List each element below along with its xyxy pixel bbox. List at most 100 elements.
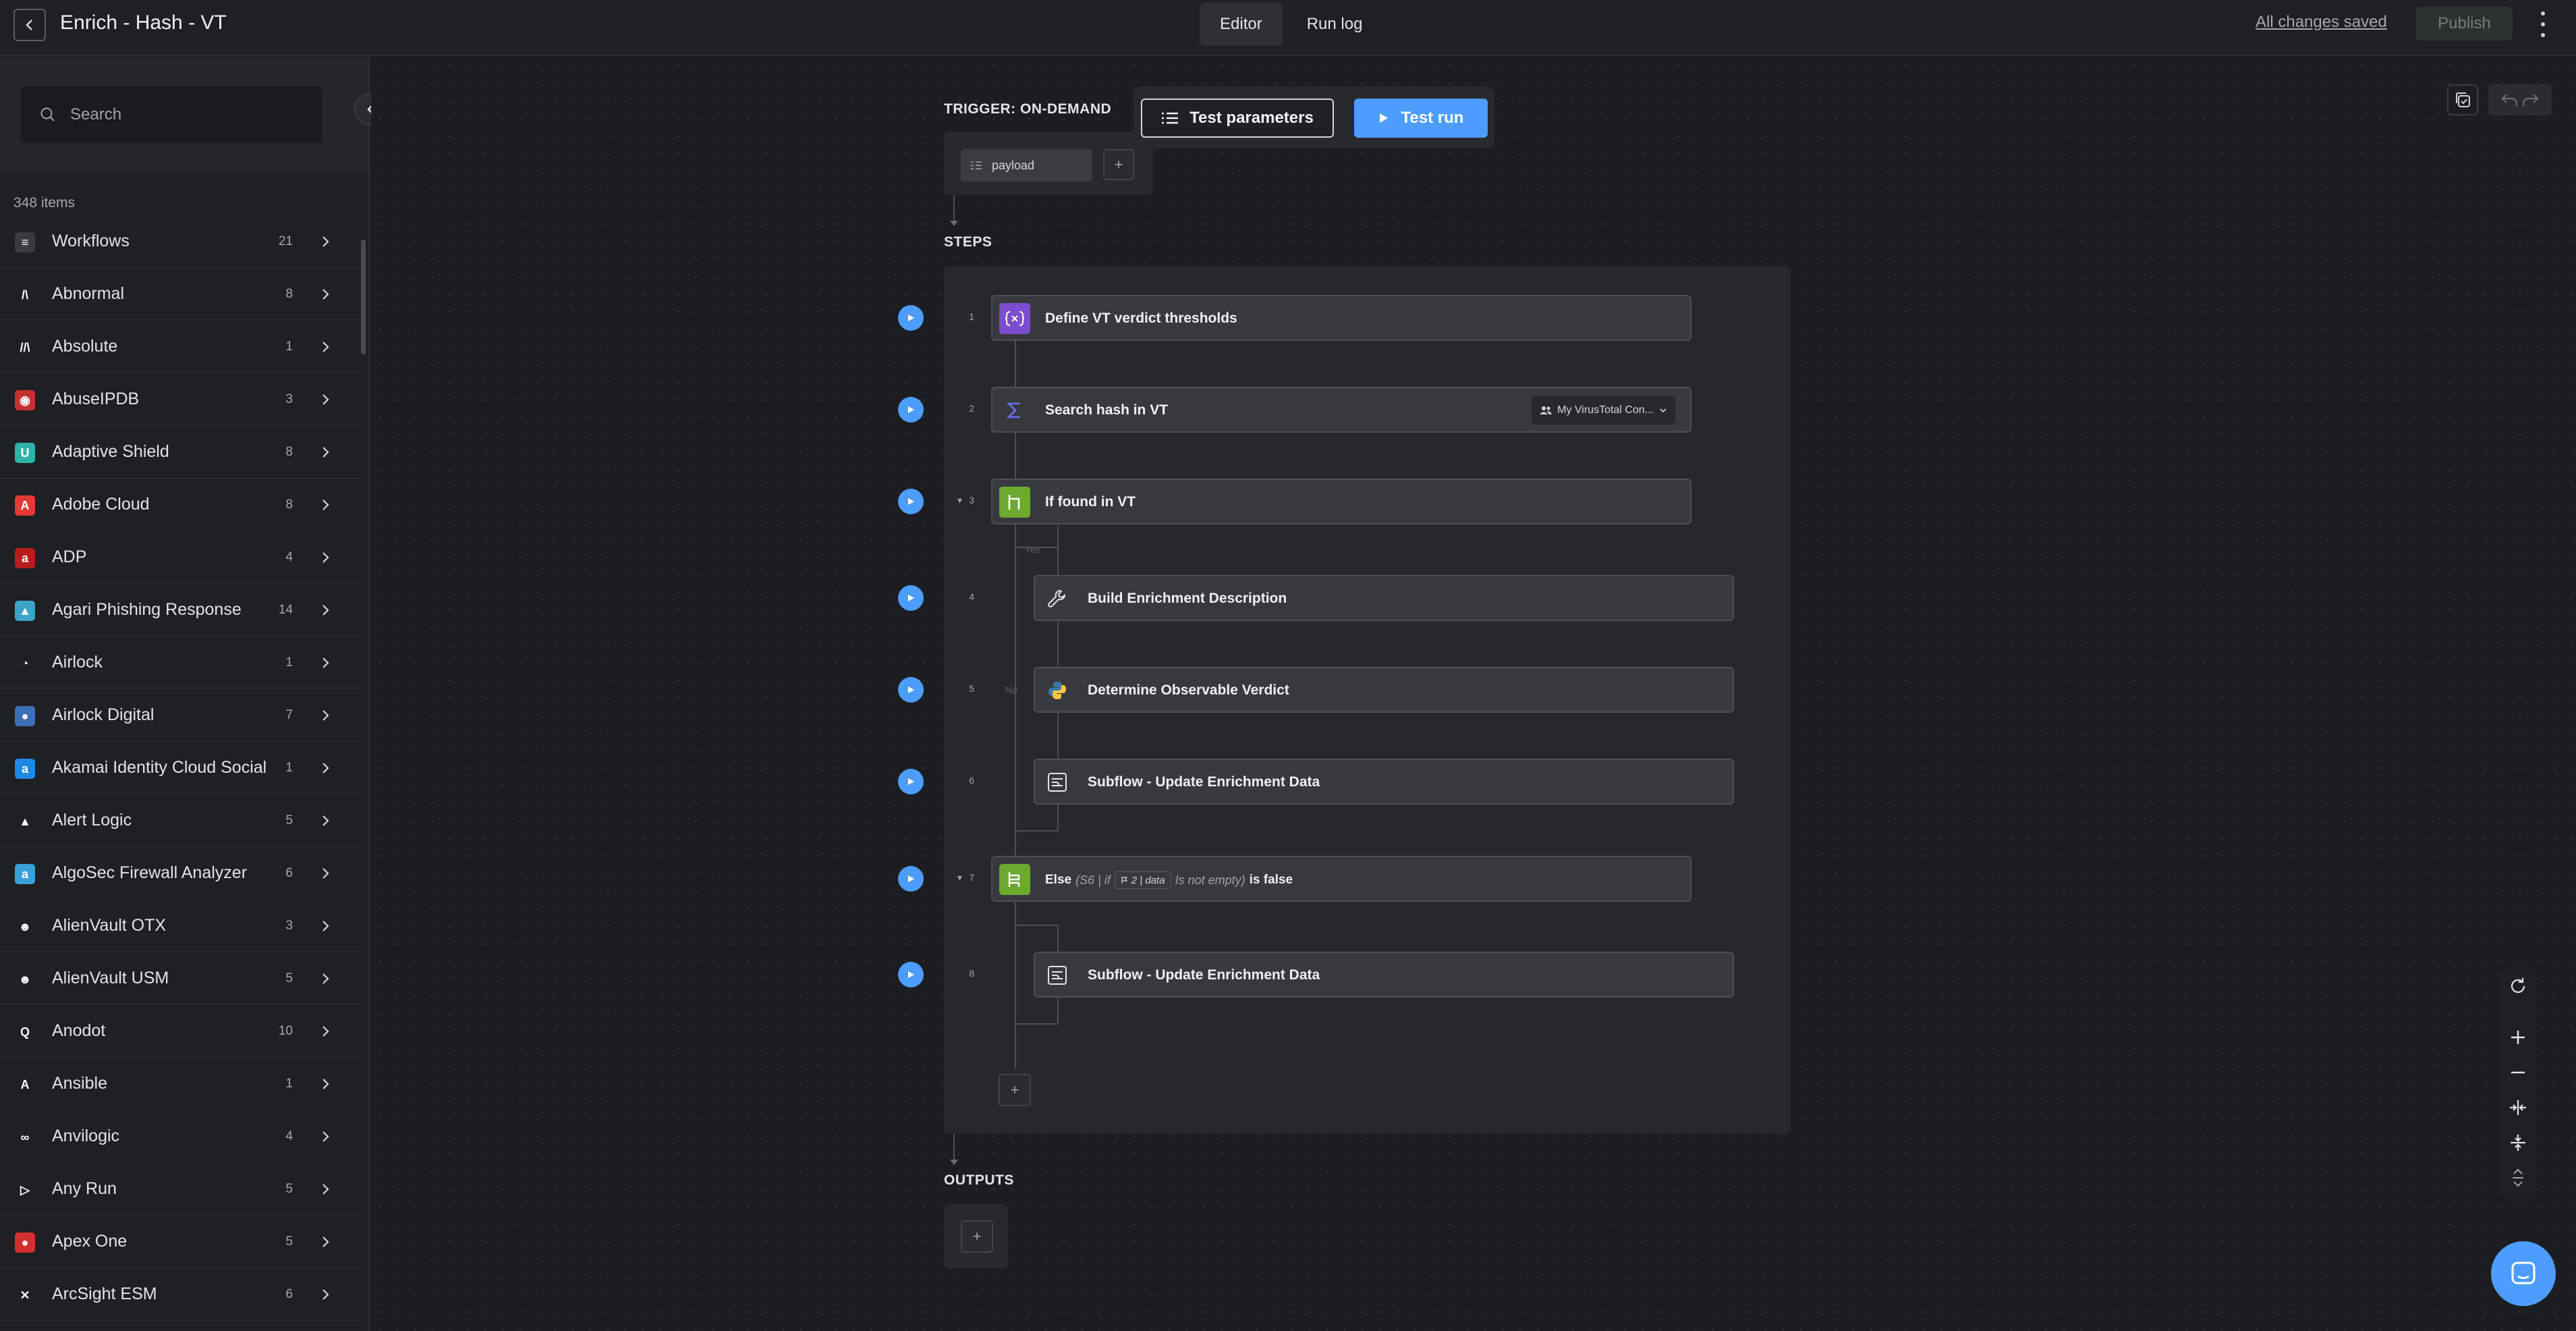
sidebar-item[interactable]: ● Airlock Digital 7 [0, 689, 360, 742]
search-input[interactable] [70, 105, 313, 124]
chevron-right-icon [319, 287, 331, 305]
chat-icon [2511, 1261, 2536, 1284]
run-step-button[interactable] [898, 489, 924, 514]
outputs-label: OUTPUTS [944, 1172, 1014, 1188]
chevron-right-icon [319, 1024, 331, 1042]
redo-icon[interactable] [2520, 91, 2540, 109]
run-step-button[interactable] [898, 305, 924, 331]
chevrons-vertical-icon [2513, 1168, 2523, 1187]
sidebar-item[interactable]: a Akamai Identity Cloud Social 1 [0, 742, 360, 794]
tab-run-log[interactable]: Run log [1287, 3, 1383, 46]
else-branch-out [1057, 998, 1059, 1025]
fit-width-button[interactable] [2502, 1092, 2533, 1123]
chevron-right-icon [319, 339, 331, 358]
sidebar-item[interactable]: ◔ Airlock 1 [0, 636, 360, 689]
yes-branch-connector [1057, 525, 1059, 579]
sidebar-item-label: AlienVault USM [52, 969, 169, 987]
abuseipdb-logo: ◉ [15, 390, 35, 410]
step-card[interactable]: If found in VT [991, 479, 1691, 524]
sidebar-item-count: 6 [285, 1287, 293, 1301]
reset-view-button[interactable] [2502, 971, 2533, 1002]
step-number: 5 [969, 683, 974, 694]
payload-parameter[interactable]: payload [961, 149, 1092, 182]
arcsight-logo: ✕ [15, 1285, 35, 1305]
run-step-button[interactable] [898, 866, 924, 892]
test-run-label: Test run [1401, 109, 1464, 127]
copy-check-icon [2456, 92, 2470, 107]
sidebar-item[interactable]: /\ Abnormal 8 [0, 268, 360, 321]
alienvault-usm-logo: ☻ [15, 969, 35, 989]
subflow-icon [1042, 767, 1073, 798]
more-options-icon[interactable] [2535, 8, 2551, 40]
sidebar-item[interactable]: //\ Absolute 1 [0, 321, 360, 373]
back-button[interactable] [13, 9, 46, 41]
sidebar-item[interactable]: ✕ ArcSight ESM 6 [0, 1268, 360, 1321]
refresh-icon [2511, 978, 2525, 994]
workflow-title[interactable]: Enrich - Hash - VT [60, 9, 227, 36]
sidebar-item[interactable]: Q Anodot 10 [0, 1005, 360, 1058]
anodot-logo: Q [15, 1022, 35, 1042]
add-step-button[interactable]: + [999, 1074, 1031, 1106]
run-step-button[interactable] [898, 585, 924, 611]
sidebar-item[interactable]: ▷ Any Run 5 [0, 1163, 360, 1216]
chevron-right-icon [319, 1287, 331, 1305]
sidebar-item[interactable]: ☻ AlienVault OTX 3 [0, 900, 360, 952]
step-card[interactable]: Determine Observable Verdict [1034, 667, 1734, 713]
save-status-link[interactable]: All changes saved [2256, 13, 2387, 32]
chevron-right-icon [319, 550, 331, 568]
else-branch-join [1015, 1023, 1059, 1025]
chat-support-button[interactable] [2491, 1241, 2556, 1306]
publish-button[interactable]: Publish [2416, 7, 2513, 40]
chevron-right-icon [319, 708, 331, 726]
test-run-button[interactable]: Test run [1354, 99, 1488, 138]
sidebar-item[interactable]: a ADP 4 [0, 531, 360, 584]
fit-height-button[interactable] [2502, 1127, 2533, 1158]
adp-logo: a [15, 548, 35, 568]
sidebar-item[interactable]: ● Apex One 5 [0, 1216, 360, 1268]
sidebar-item[interactable]: ▲ Alert Logic 5 [0, 794, 360, 847]
run-step-button[interactable] [898, 769, 924, 794]
step-card[interactable]: Else (S6 | if 2 | data Is not empty) is fals… [991, 856, 1691, 902]
sidebar-item-label: Abnormal [52, 284, 124, 303]
connection-selector[interactable]: My VirusTotal Con... [1532, 396, 1675, 425]
add-output-button[interactable]: + [961, 1220, 993, 1253]
run-step-button[interactable] [898, 677, 924, 703]
step-card[interactable]: Subflow - Update Enrichment Data [1034, 759, 1734, 805]
step-card[interactable]: Define VT verdict thresholds [991, 295, 1691, 341]
search-box[interactable] [20, 86, 323, 143]
play-icon [1379, 113, 1388, 123]
sidebar-item[interactable]: A Ansible 1 [0, 1058, 360, 1110]
sidebar-item-label: AlgoSec Firewall Analyzer [52, 863, 248, 882]
sidebar-item[interactable]: a AlgoSec Firewall Analyzer 6 [0, 847, 360, 900]
step-card[interactable]: Build Enrichment Description [1034, 575, 1734, 621]
sidebar-item[interactable]: ◉ AbuseIPDB 3 [0, 373, 360, 426]
sidebar-item[interactable]: ☻ AlienVault USM 5 [0, 952, 360, 1005]
zoom-out-button[interactable] [2502, 1057, 2533, 1088]
expand-collapse-button[interactable] [2502, 1162, 2533, 1193]
step-card[interactable]: Subflow - Update Enrichment Data [1034, 952, 1734, 998]
chevron-right-icon [319, 971, 331, 989]
undo-icon[interactable] [2500, 91, 2520, 109]
step-card[interactable]: Search hash in VT My VirusTotal Con... [991, 387, 1691, 433]
adobe-cloud-logo: A [15, 495, 35, 516]
zoom-in-button[interactable] [2502, 1022, 2533, 1053]
sidebar-item[interactable]: U Adaptive Shield 8 [0, 426, 360, 479]
sidebar-item-count: 6 [285, 866, 293, 880]
copy-workflow-button[interactable] [2447, 84, 2478, 115]
chevron-right-icon [319, 603, 331, 621]
test-parameters-button[interactable]: Test parameters [1141, 99, 1334, 138]
sidebar-item[interactable]: ▲ Agari Phishing Response 14 [0, 584, 360, 636]
agari-logo: ▲ [15, 601, 35, 621]
run-step-button[interactable] [898, 962, 924, 987]
chevron-left-icon [26, 20, 32, 30]
sidebar-item[interactable]: ∞ Anvilogic 4 [0, 1110, 360, 1163]
sidebar-item-count: 4 [285, 550, 293, 564]
add-parameter-button[interactable]: + [1103, 149, 1134, 180]
sidebar-item[interactable]: ≡ Workflows 21 [0, 215, 360, 268]
sidebar-scrollbar[interactable] [361, 240, 366, 354]
sidebar-item-count: 5 [285, 1182, 293, 1196]
sidebar-item[interactable]: A Adobe Cloud 8 [0, 479, 360, 531]
run-step-button[interactable] [898, 397, 924, 423]
sidebar-item-label: AbuseIPDB [52, 389, 140, 408]
tab-editor[interactable]: Editor [1200, 3, 1283, 46]
